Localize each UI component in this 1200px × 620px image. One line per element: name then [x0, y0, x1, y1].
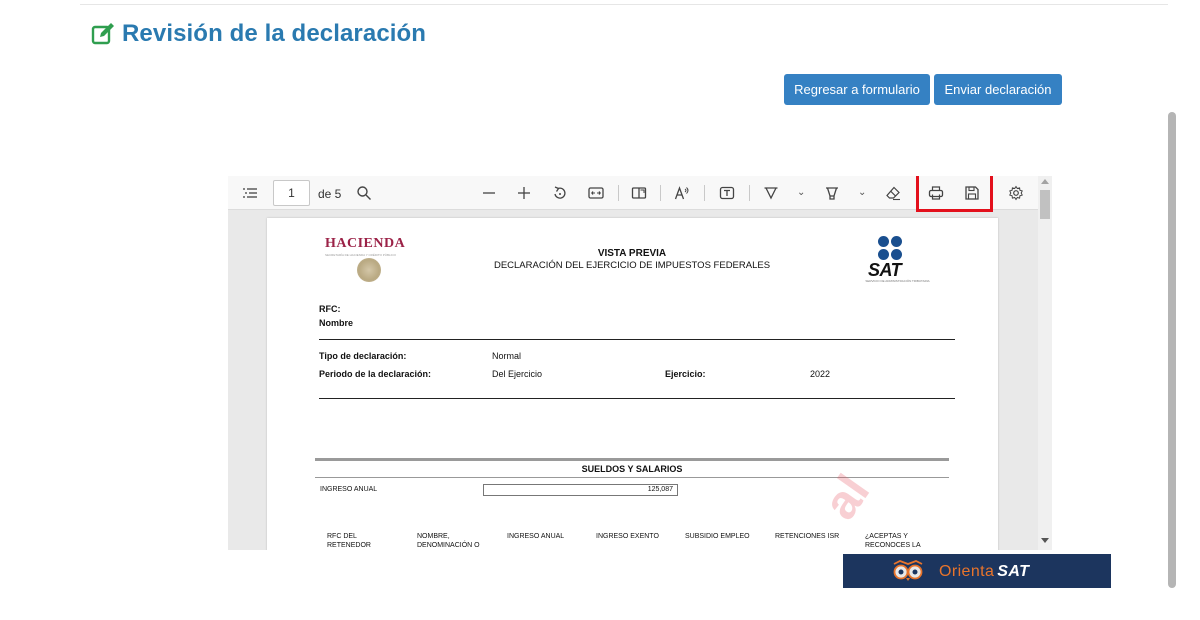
toolbar-separator	[660, 185, 661, 201]
read-aloud-icon[interactable]	[672, 183, 692, 203]
hacienda-logo: HACIENDA SECRETARÍA DE HACIENDA Y CRÉDIT…	[325, 236, 415, 257]
outline-icon[interactable]	[240, 183, 260, 203]
column-header: INGRESO ANUAL	[507, 533, 565, 540]
page-title-text: Revisión de la declaración	[122, 20, 427, 47]
periodo-label: Periodo de la declaración:	[319, 369, 432, 379]
sat-logo-text: SAT	[868, 260, 902, 280]
zoom-in-icon[interactable]	[514, 183, 534, 203]
text-box-icon[interactable]	[717, 183, 737, 203]
sat-logo-subtext: SERVICIO DE ADMINISTRACIÓN TRIBUTARIA	[865, 279, 930, 283]
settings-icon[interactable]	[1006, 183, 1026, 203]
ejercicio-value: 2022	[810, 369, 831, 379]
tipo-value: Normal	[492, 351, 522, 361]
column-header: ¿ACEPTAS Y RECONOCES LA	[865, 533, 921, 549]
rfc-label: RFC:	[319, 304, 341, 314]
watermark: al	[813, 465, 881, 530]
column-header: INGRESO EXENTO	[596, 533, 659, 540]
section-title: SUELDOS Y SALARIOS	[581, 464, 683, 474]
document-subtitle: DECLARACIÓN DEL EJERCICIO DE IMPUESTOS F…	[493, 260, 771, 271]
document-heading: VISTA PREVIA DECLARACIÓN DEL EJERCICIO D…	[467, 248, 797, 271]
section-divider	[315, 458, 949, 461]
send-declaration-button[interactable]: Enviar declaración	[934, 74, 1062, 105]
viewer-scrollbar[interactable]	[1038, 176, 1052, 550]
ingreso-label: INGRESO ANUAL	[320, 486, 378, 493]
scroll-down-icon[interactable]	[1041, 538, 1049, 543]
document-title: VISTA PREVIA	[597, 248, 667, 259]
search-icon[interactable]	[354, 183, 374, 203]
column-header: RFC DEL RETENEDOR	[327, 533, 371, 549]
owl-icon	[893, 560, 923, 581]
orientasat-logo-text: Orienta SAT	[939, 563, 1029, 581]
edit-icon	[91, 23, 114, 45]
column-header: SUBSIDIO EMPLEO	[685, 533, 750, 540]
page-count: de 5	[318, 187, 342, 201]
two-page-icon[interactable]	[629, 183, 649, 203]
seal-icon	[357, 258, 381, 282]
column-header: NOMBRE, DENOMINACIÓN O	[417, 533, 480, 549]
page-title: Revisión de la declaración	[90, 20, 426, 48]
rotate-icon[interactable]	[550, 183, 570, 203]
scroll-thumb[interactable]	[1040, 190, 1050, 219]
top-divider	[80, 4, 1168, 5]
print-save-highlight	[916, 176, 993, 212]
draw-icon[interactable]	[761, 183, 781, 203]
hacienda-logo-text: HACIENDA	[325, 236, 406, 251]
column-header: RETENCIONES ISR	[775, 533, 840, 540]
page-number-input[interactable]: 1	[273, 180, 310, 206]
divider	[319, 398, 955, 399]
hacienda-logo-subtext: SECRETARÍA DE HACIENDA Y CRÉDITO PÚBLICO	[325, 253, 396, 257]
pdf-viewer: 1 de 5 ⌄ ⌄ HACIENDA SECRETARÍA DE HACIEN…	[228, 176, 1052, 550]
divider	[319, 339, 955, 340]
eraser-icon[interactable]	[883, 183, 903, 203]
scroll-up-icon[interactable]	[1041, 179, 1049, 184]
sat-dots-icon	[878, 236, 904, 262]
highlight-icon[interactable]	[822, 183, 842, 203]
pdf-toolbar: 1 de 5 ⌄ ⌄	[228, 176, 1038, 212]
app-root: Revisión de la declaración Regresar a fo…	[0, 0, 1200, 620]
orientasat-banner: Orienta SAT	[843, 554, 1111, 588]
fit-width-icon[interactable]	[586, 183, 606, 203]
tipo-label: Tipo de declaración:	[319, 351, 407, 361]
back-to-form-button[interactable]: Regresar a formulario	[784, 74, 930, 105]
orienta-prefix: Orienta	[939, 563, 995, 580]
toolbar-separator	[749, 185, 750, 201]
nombre-label: Nombre	[319, 318, 354, 328]
orienta-suffix: SAT	[997, 563, 1030, 580]
pdf-page: HACIENDA SECRETARÍA DE HACIENDA Y CRÉDIT…	[267, 218, 998, 550]
chevron-down-icon[interactable]: ⌄	[858, 187, 866, 198]
ingreso-value: 125,087	[483, 484, 678, 496]
zoom-out-icon[interactable]	[479, 183, 499, 203]
ejercicio-label: Ejercicio:	[665, 369, 706, 379]
page-scrollbar[interactable]	[1168, 112, 1176, 588]
periodo-value: Del Ejercicio	[492, 369, 543, 379]
toolbar-separator	[704, 185, 705, 201]
toolbar-separator	[618, 185, 619, 201]
chevron-down-icon[interactable]: ⌄	[797, 187, 805, 198]
